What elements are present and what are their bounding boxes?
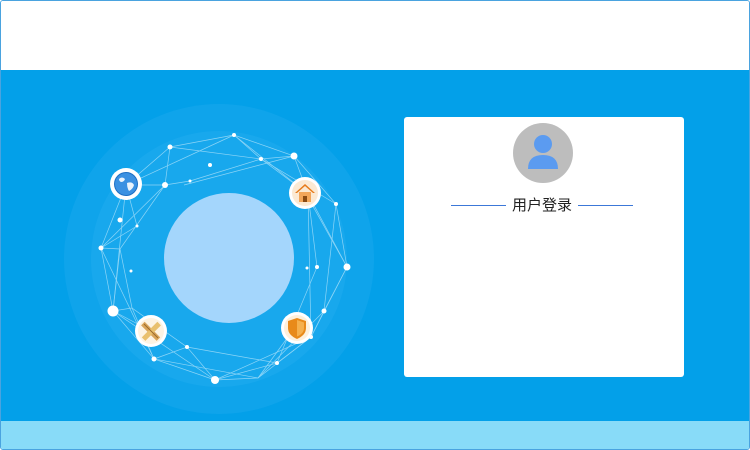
login-card: 用户登录: [404, 117, 684, 377]
top-header: [1, 1, 749, 70]
user-icon: [528, 135, 558, 169]
home-icon: [289, 177, 321, 209]
shield-icon: [281, 312, 313, 344]
pencil-ruler-icon: [135, 315, 167, 347]
avatar: [513, 123, 573, 183]
network-illustration: [64, 104, 374, 414]
title-divider-left: [451, 204, 506, 206]
login-title: 用户登录: [512, 196, 573, 214]
login-title-row: 用户登录: [451, 195, 634, 215]
globe-icon: [110, 168, 142, 200]
title-divider-right: [578, 204, 634, 206]
bottom-bar: [1, 421, 749, 449]
app-frame: 用户登录: [0, 0, 750, 450]
